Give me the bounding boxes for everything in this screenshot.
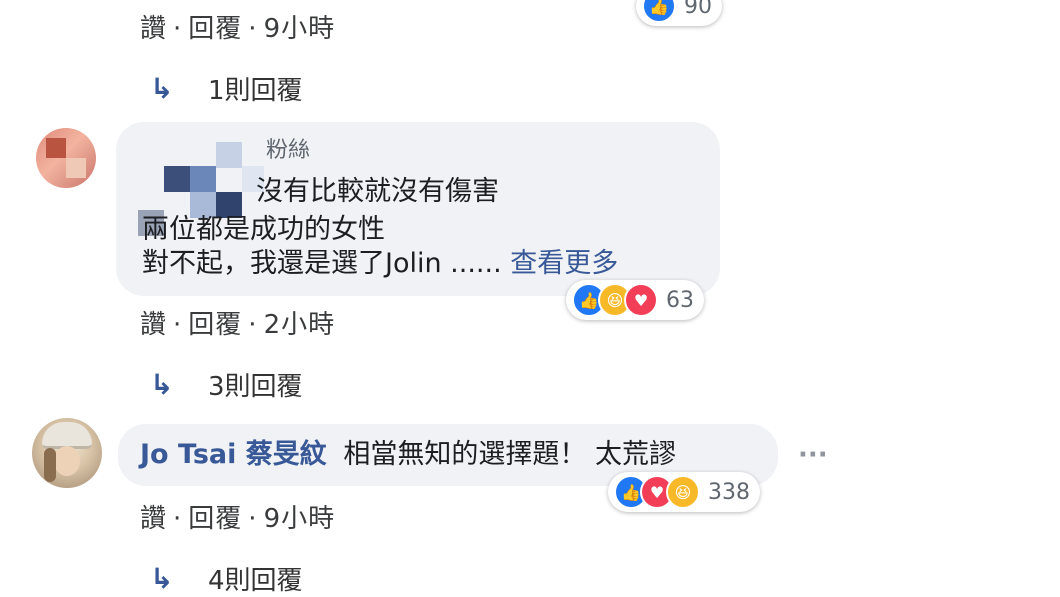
like-icon: 👍 (642, 0, 676, 23)
comment-text: 相當無知的選擇題！ 太荒謬 (343, 439, 676, 470)
like-link[interactable]: 讚 (140, 310, 167, 340)
reply-arrow-icon: ↳ (150, 562, 174, 595)
see-more-link[interactable]: 查看更多 (510, 248, 618, 279)
comment-line: 兩位都是成功的女性 (142, 214, 385, 245)
commenter-badge: 粉絲 (266, 138, 311, 163)
view-replies-3[interactable]: ↳ 4則回覆 (150, 560, 303, 597)
comment-body: Jo Tsai 蔡旻紋 相當無知的選擇題！ 太荒謬 (140, 437, 676, 473)
timestamp[interactable]: 2小時 (264, 310, 336, 340)
reply-count: 1則回覆 (208, 76, 303, 106)
reaction-summary[interactable]: 👍 ♥ 😆 338 (608, 472, 760, 512)
reply-link[interactable]: 回覆 (188, 14, 242, 44)
comment-2-actions: 讚 · 回覆 · 2小時 (140, 310, 336, 340)
reply-arrow-icon: ↳ (150, 368, 174, 401)
reaction-count: 338 (708, 479, 750, 505)
love-icon: ♥ (624, 283, 658, 317)
reply-count: 4則回覆 (208, 566, 303, 596)
comment-1-actions: 讚 · 回覆 · 9小時 (140, 14, 336, 44)
avatar[interactable] (36, 128, 96, 188)
comment-line-text: 對不起，我還是選了Jolin ...... (142, 248, 502, 279)
comment-line: 對不起，我還是選了Jolin ...... 查看更多 (142, 246, 618, 282)
comment-line: 沒有比較就沒有傷害 (256, 176, 499, 207)
comment-bubble: 粉絲 沒有比較就沒有傷害 兩位都是成功的女性 對不起，我還是選了Jolin ..… (116, 122, 720, 296)
reply-arrow-icon: ↳ (150, 72, 174, 105)
timestamp[interactable]: 9小時 (264, 14, 336, 44)
comment-3-actions: 讚 · 回覆 · 9小時 (140, 504, 336, 534)
like-link[interactable]: 讚 (140, 504, 167, 534)
reaction-count: 90 (684, 0, 712, 19)
avatar[interactable] (32, 418, 102, 488)
view-replies-2[interactable]: ↳ 3則回覆 (150, 366, 303, 403)
reply-link[interactable]: 回覆 (188, 504, 242, 534)
like-link[interactable]: 讚 (140, 14, 167, 44)
timestamp[interactable]: 9小時 (264, 504, 336, 534)
reply-link[interactable]: 回覆 (188, 310, 242, 340)
reply-count: 3則回覆 (208, 372, 303, 402)
author-name[interactable]: Jo Tsai 蔡旻紋 (140, 439, 327, 470)
reaction-count: 63 (666, 287, 694, 313)
view-replies-1[interactable]: ↳ 1則回覆 (150, 70, 303, 107)
reaction-summary[interactable]: 👍 90 (636, 0, 722, 26)
haha-icon: 😆 (666, 475, 700, 509)
reaction-summary[interactable]: 👍 😆 ♥ 63 (566, 280, 704, 320)
more-options-icon[interactable]: ··· (798, 440, 828, 470)
